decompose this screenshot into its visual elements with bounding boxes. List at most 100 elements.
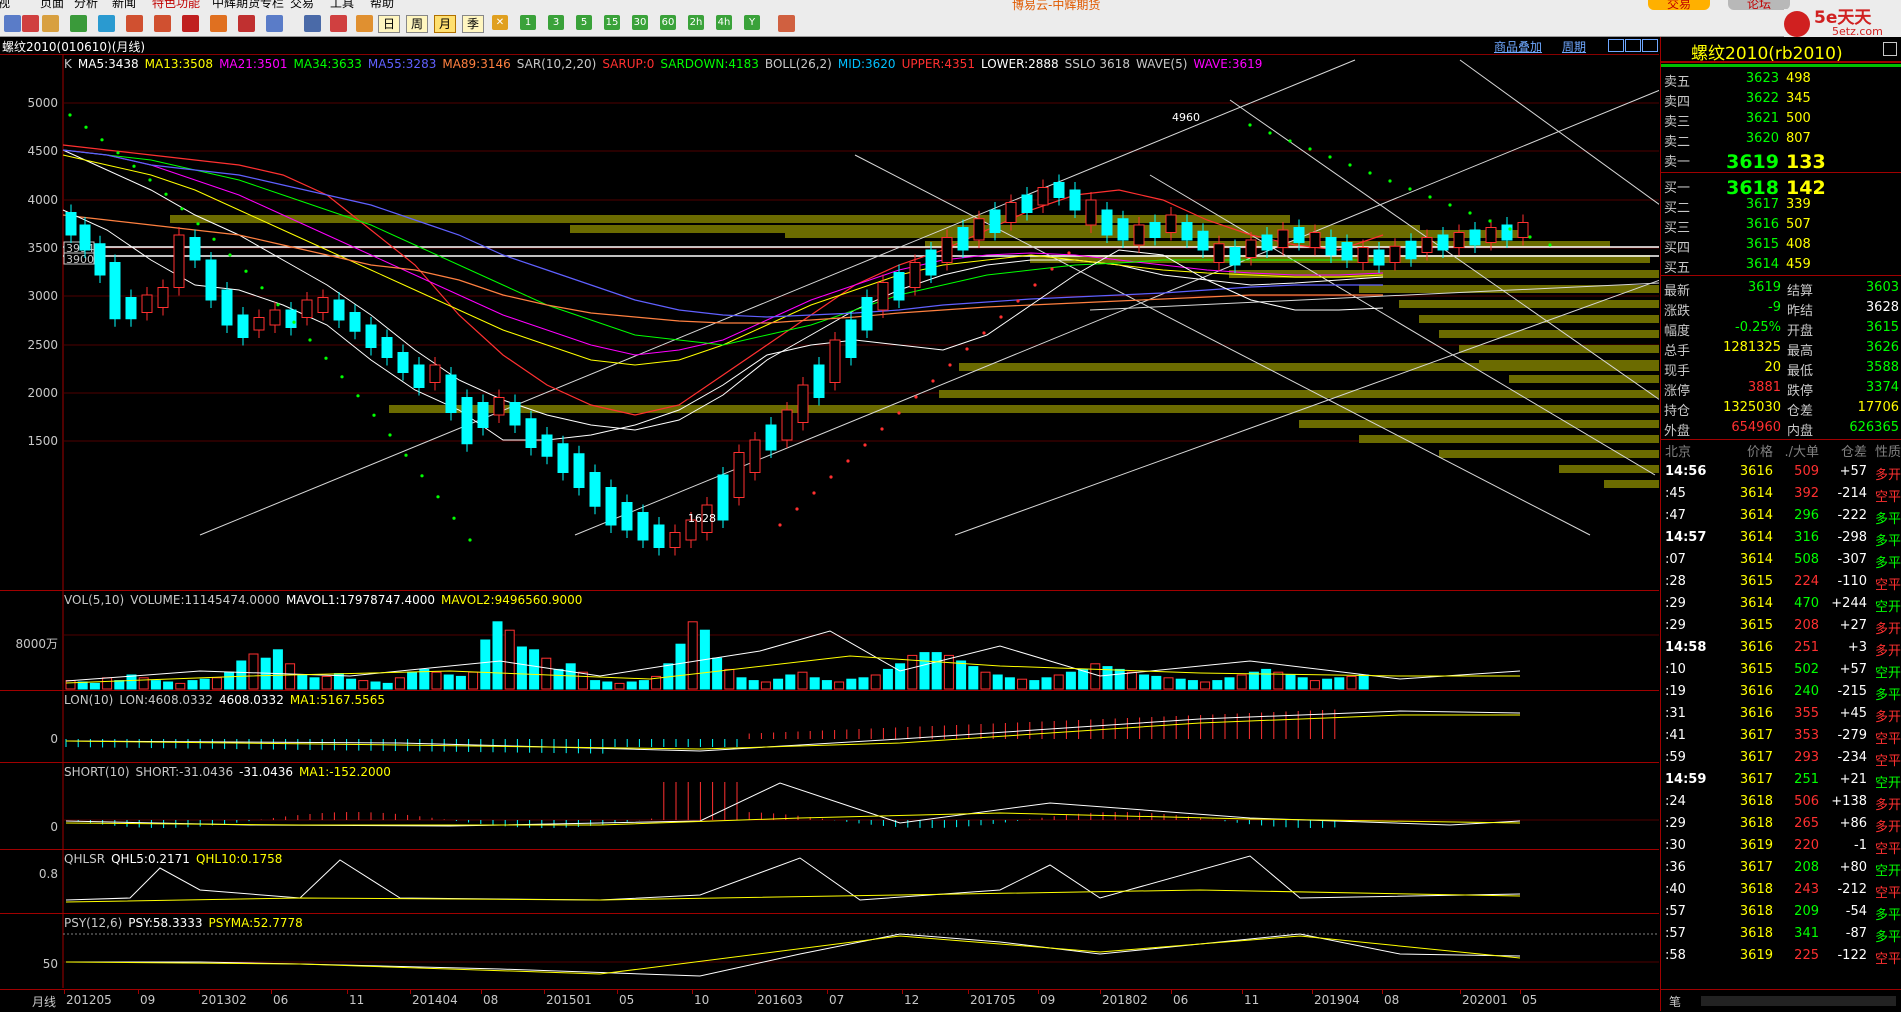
lon-pane[interactable]: LON(10) LON:4608.0332 4608.0332 MA1:5167.55… (0, 691, 1659, 763)
settings-icon[interactable] (266, 15, 283, 32)
layout-2-icon[interactable] (1625, 39, 1641, 52)
lon-canvas[interactable] (0, 691, 1659, 762)
period-week-button[interactable]: 周 (406, 15, 428, 33)
psy-pane[interactable]: PSY(12,6) PSY:58.3333 PSYMA:52.7778 50 (0, 914, 1659, 988)
pen-icon[interactable] (182, 15, 199, 32)
period-60-button[interactable]: 60 (660, 15, 676, 30)
volume-pane[interactable]: VOL(5,10) VOLUME:11145474.0000 MAVOL1:1797… (0, 591, 1659, 691)
period-15-button[interactable]: 15 (604, 15, 620, 30)
layout-icon[interactable] (1608, 39, 1624, 52)
bid-row[interactable]: 买四 3615 408 (1661, 237, 1901, 256)
menu-item-view[interactable]: 视 (0, 0, 10, 10)
tick-row[interactable]: :07 3614 508 -307 多平 (1661, 552, 1901, 574)
menu-item-news[interactable]: 新闻 (112, 0, 136, 10)
candle-body (429, 364, 441, 383)
menu-item-help[interactable]: 帮助 (370, 0, 394, 10)
tick-row[interactable]: :28 3615 224 -110 空平 (1661, 574, 1901, 596)
period-day-button[interactable]: 日 (378, 15, 400, 33)
expand-icon[interactable] (1883, 42, 1897, 56)
menu-item-trade[interactable]: 交易 (290, 0, 314, 10)
draw-icon[interactable] (210, 15, 227, 32)
calculator-icon[interactable] (778, 15, 795, 32)
main-chart-canvas[interactable]: 3994390049601628 (0, 55, 1659, 590)
qhl-pane[interactable]: QHLSR QHL5:0.2171 QHL10:0.1758 0.8 (0, 850, 1659, 914)
tick-row[interactable]: :57 3618 341 -87 多平 (1661, 926, 1901, 948)
menu-item-analysis[interactable]: 分析 (74, 0, 98, 10)
tick-row[interactable]: :10 3615 502 +57 空开 (1661, 662, 1901, 684)
tick-row[interactable]: 14:59 3617 251 +21 空开 (1661, 772, 1901, 794)
grid-icon[interactable] (304, 15, 321, 32)
x-tick-mark (827, 990, 828, 994)
short-pane[interactable]: SHORT(10) SHORT:-31.0436 -31.0436 MA1:-152.… (0, 763, 1659, 850)
tick-row[interactable]: :45 3614 392 -214 空平 (1661, 486, 1901, 508)
tick-row[interactable]: :24 3618 506 +138 多开 (1661, 794, 1901, 816)
x-icon[interactable]: ✕ (492, 15, 508, 30)
candle-body (1245, 239, 1257, 258)
ask-row[interactable]: 卖二 3620 807 (1661, 131, 1901, 150)
tick-row[interactable]: :31 3616 355 +45 多开 (1661, 706, 1901, 728)
tick-price: 3619 (1739, 838, 1773, 853)
tick-row[interactable]: :29 3614 470 +244 空开 (1661, 596, 1901, 618)
period-3-button[interactable]: 3 (548, 15, 564, 30)
menu-item-page[interactable]: 页面 (40, 0, 64, 10)
period-year-button[interactable]: Y (744, 15, 760, 30)
ask-row[interactable]: 卖一 3619 133 (1661, 151, 1901, 173)
short-canvas[interactable] (0, 763, 1659, 849)
period-4h-button[interactable]: 4h (716, 15, 732, 30)
ask-row[interactable]: 卖五 3623 498 (1661, 71, 1901, 90)
forum-button[interactable]: 论坛 (1728, 0, 1790, 10)
candle-body (1373, 249, 1385, 266)
qhl-canvas[interactable] (0, 850, 1659, 913)
funnel-icon[interactable] (238, 15, 255, 32)
chart-icon[interactable] (70, 15, 87, 32)
layout-3-icon[interactable] (1642, 39, 1658, 52)
period-1-button[interactable]: 1 (520, 15, 536, 30)
zoom-in-icon[interactable] (126, 15, 143, 32)
bid-row[interactable]: 买一 3618 142 (1661, 177, 1901, 199)
tick-row[interactable]: :47 3614 296 -222 多平 (1661, 508, 1901, 530)
tick-row[interactable]: 14:56 3616 509 +57 多开 (1661, 464, 1901, 486)
tick-icon[interactable] (356, 15, 373, 32)
volume-bar (394, 677, 405, 690)
refresh-icon[interactable] (98, 15, 115, 32)
period-quarter-button[interactable]: 季 (462, 15, 484, 33)
bid-row[interactable]: 买二 3617 339 (1661, 197, 1901, 216)
tick-row[interactable]: 14:57 3614 316 -298 多平 (1661, 530, 1901, 552)
psy-canvas[interactable] (0, 914, 1659, 988)
period-link[interactable]: 周期 (1562, 38, 1586, 55)
arrow-icon[interactable] (4, 15, 21, 32)
ask-row[interactable]: 卖四 3622 345 (1661, 91, 1901, 110)
period-30-button[interactable]: 30 (632, 15, 648, 30)
tick-row[interactable]: :57 3618 209 -54 多平 (1661, 904, 1901, 926)
bid-row[interactable]: 买三 3616 507 (1661, 217, 1901, 236)
tick-row[interactable]: :40 3618 243 -212 空平 (1661, 882, 1901, 904)
period-5-button[interactable]: 5 (576, 15, 592, 30)
menu-item-features[interactable]: 特色功能 (152, 0, 200, 10)
candle-body (877, 282, 889, 311)
tick-row[interactable]: :29 3615 208 +27 多开 (1661, 618, 1901, 640)
trend-icon[interactable] (330, 15, 347, 32)
zoom-out-icon[interactable] (154, 15, 171, 32)
tick-row[interactable]: :58 3619 225 -122 空平 (1661, 948, 1901, 970)
tick-row[interactable]: :30 3619 220 -1 空平 (1661, 838, 1901, 860)
tick-row[interactable]: 14:58 3616 251 +3 多开 (1661, 640, 1901, 662)
tick-row[interactable]: :41 3617 353 -279 空平 (1661, 728, 1901, 750)
main-chart-pane[interactable]: K MA5:3438 MA13:3508 MA21:3501 MA34:3633 MA55… (0, 55, 1659, 591)
tick-row[interactable]: :19 3616 240 -215 多平 (1661, 684, 1901, 706)
tick-row[interactable]: :59 3617 293 -234 空平 (1661, 750, 1901, 772)
overlay-link[interactable]: 商品叠加 (1494, 38, 1542, 55)
ask-row[interactable]: 卖三 3621 500 (1661, 111, 1901, 130)
period-2h-button[interactable]: 2h (688, 15, 704, 30)
home-icon[interactable] (22, 15, 39, 32)
trade-button[interactable]: 交易 (1648, 0, 1710, 10)
tick-row[interactable]: :29 3618 265 +86 多开 (1661, 816, 1901, 838)
bid-row[interactable]: 买五 3614 459 (1661, 257, 1901, 276)
scrollbar[interactable] (1701, 996, 1896, 1006)
volume-canvas[interactable] (0, 591, 1659, 690)
menu-item-zhonghui[interactable]: 中辉期货专栏 (212, 0, 284, 10)
tick-row[interactable]: :36 3617 208 +80 空开 (1661, 860, 1901, 882)
folder-icon[interactable] (42, 15, 59, 32)
menu-item-tools[interactable]: 工具 (330, 0, 354, 10)
period-month-button[interactable]: 月 (434, 15, 456, 33)
candle-body (221, 289, 233, 326)
